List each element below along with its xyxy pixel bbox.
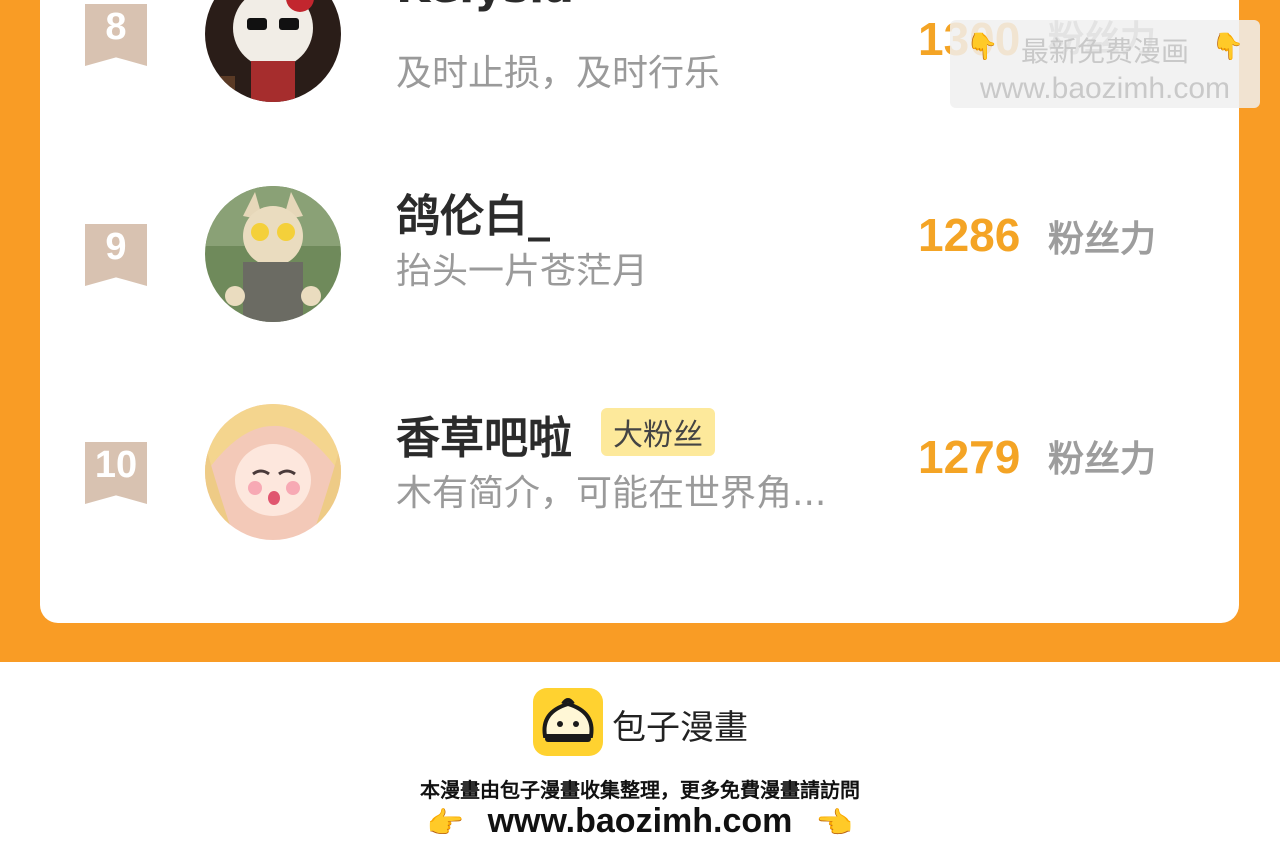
user-description: 及时止损，及时行乐 [396, 53, 721, 94]
site-url-link[interactable]: www.baozimh.com [488, 802, 793, 840]
rank-number: 9 [105, 226, 127, 268]
fan-power-score: 1279 [918, 431, 1021, 483]
ranking-row[interactable]: 10 香草吧啦 大粉丝 木有简介，可能在世界角... 1279 粉丝力 [40, 400, 1239, 540]
pointing-down-hand-icon: 👇 [1211, 32, 1244, 62]
user-name[interactable]: 香草吧啦 [396, 402, 572, 466]
avatar[interactable] [205, 404, 341, 540]
user-description: 抬头一片苍茫月 [396, 251, 649, 292]
avatar[interactable] [205, 186, 341, 322]
fan-power-score: 1286 [918, 209, 1021, 261]
rank-ribbon: 10 [85, 442, 147, 504]
rank-ribbon: 9 [85, 224, 147, 286]
rank-ribbon: 8 [85, 4, 147, 66]
pointing-down-hand-icon: 👇 [966, 32, 999, 62]
user-name[interactable]: Kelysia [396, 0, 574, 13]
baozi-logo-icon [533, 688, 603, 756]
pointing-left-hand-icon: 👈 [815, 806, 854, 840]
watermark: 👇 👇 最新免费漫画 www.baozimh.com [950, 20, 1260, 108]
fan-power-label: 粉丝力 [1048, 219, 1157, 260]
user-description: 木有简介，可能在世界角... [396, 473, 827, 514]
watermark-url: www.baozimh.com [979, 72, 1231, 105]
avatar[interactable] [205, 0, 341, 102]
ranking-row[interactable]: 9 鸽伦白_ 抬头一片苍茫月 1286 粉丝力 [40, 180, 1239, 322]
pointing-right-hand-icon: 👉 [426, 806, 465, 840]
footer-url-row: 👉 www.baozimh.com 👈 [0, 802, 1280, 841]
brand-name: 包子漫畫 [612, 708, 748, 748]
rank-number: 10 [94, 444, 138, 486]
user-name[interactable]: 鸽伦白_ [396, 180, 550, 244]
fan-power-label: 粉丝力 [1048, 439, 1157, 480]
footer-note: 本漫畫由包子漫畫收集整理，更多免費漫畫請訪問 [420, 778, 860, 802]
rank-number: 8 [105, 6, 127, 48]
big-fan-badge: 大粉丝 [601, 408, 715, 456]
